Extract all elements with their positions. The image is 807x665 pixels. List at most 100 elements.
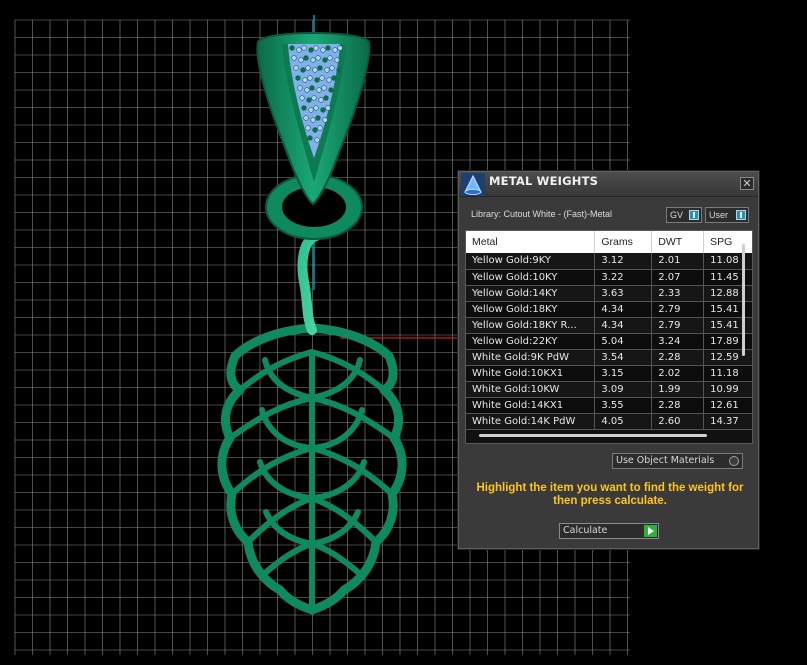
- cell-spg: 12.61: [703, 397, 752, 414]
- cell-spg: 17.89: [703, 333, 752, 350]
- cell-metal: White Gold:10KX1: [466, 365, 596, 382]
- calculate-button[interactable]: Calculate: [559, 523, 659, 539]
- dialog-titlebar[interactable]: METAL WEIGHTS ✕: [459, 172, 758, 197]
- gem-stone: [299, 95, 305, 101]
- gem-stone: [305, 125, 311, 131]
- cell-spg: 11.45: [703, 269, 752, 286]
- table-row[interactable]: Yellow Gold:9KY 3.12 2.01 11.08: [466, 253, 752, 270]
- cell-grams: 5.04: [594, 333, 653, 350]
- gem-stone: [317, 65, 323, 71]
- cell-grams: 4.05: [594, 413, 653, 430]
- table-row[interactable]: Yellow Gold:18KY 4.34 2.79 15.41: [466, 301, 752, 318]
- table-row[interactable]: White Gold:10KW 3.09 1.99 10.99: [466, 381, 752, 398]
- gem-stone: [297, 85, 303, 91]
- gem-stone: [315, 55, 321, 61]
- gem-stone: [320, 47, 326, 53]
- cell-metal: Yellow Gold:10KY: [466, 269, 596, 286]
- table-row[interactable]: Yellow Gold:14KY 3.63 2.33 12.88: [466, 285, 752, 302]
- gem-stone: [324, 67, 330, 73]
- hop-cone-model[interactable]: [217, 212, 407, 615]
- pendant-bail-model[interactable]: [256, 32, 371, 206]
- cell-metal: Yellow Gold:18KY: [466, 301, 596, 318]
- table-row[interactable]: White Gold:14K PdW 4.05 2.60 14.37: [466, 413, 752, 430]
- gem-stone: [293, 65, 299, 71]
- user-toggle-label: User: [709, 210, 729, 220]
- cell-grams: 3.55: [594, 397, 653, 414]
- gem-stone: [331, 75, 337, 81]
- cell-dwt: 1.99: [651, 381, 705, 398]
- gem-stone: [289, 45, 295, 51]
- cell-metal: Yellow Gold:14KY: [466, 285, 596, 302]
- cell-spg: 15.41: [703, 317, 752, 334]
- user-toggle[interactable]: User: [705, 207, 749, 223]
- table-row[interactable]: White Gold:9K PdW 3.54 2.28 12.59: [466, 349, 752, 366]
- gem-stone: [336, 67, 342, 73]
- table-row[interactable]: Yellow Gold:18KY R... 4.34 2.79 15.41: [466, 317, 752, 334]
- column-header-spg[interactable]: SPG: [703, 231, 752, 253]
- gem-stone: [323, 95, 329, 101]
- cell-grams: 3.63: [594, 285, 653, 302]
- gem-stone: [328, 87, 334, 93]
- gem-stone: [317, 125, 323, 131]
- gem-stone: [313, 45, 319, 51]
- cell-dwt: 2.60: [651, 413, 705, 430]
- table-row[interactable]: White Gold:14KX1 3.55 2.28 12.61: [466, 397, 752, 414]
- gem-stone: [303, 55, 309, 61]
- gem-stone: [322, 117, 328, 123]
- gem-stone: [326, 77, 332, 83]
- toggle-icon: [736, 210, 746, 220]
- table-header-row: Metal Grams DWT SPG: [466, 231, 752, 253]
- use-object-materials-option[interactable]: Use Object Materials: [612, 453, 743, 469]
- gv-toggle[interactable]: GV: [666, 207, 702, 223]
- gem-stone: [325, 45, 331, 51]
- gem-stone: [314, 137, 320, 143]
- radio-icon: [729, 456, 739, 466]
- gem-stone: [307, 135, 313, 141]
- gem-stone: [314, 77, 320, 83]
- cell-spg: 10.99: [703, 381, 752, 398]
- gem-stone: [327, 55, 333, 61]
- cell-dwt: 2.79: [651, 301, 705, 318]
- table-row[interactable]: Yellow Gold:22KY 5.04 3.24 17.89: [466, 333, 752, 350]
- cell-metal: White Gold:9K PdW: [466, 349, 596, 366]
- close-button[interactable]: ✕: [740, 177, 754, 190]
- play-icon: [644, 525, 657, 537]
- cell-grams: 3.22: [594, 269, 653, 286]
- vertical-scrollbar[interactable]: [742, 244, 745, 356]
- cell-dwt: 3.24: [651, 333, 705, 350]
- cell-dwt: 2.02: [651, 365, 705, 382]
- gem-stone: [303, 115, 309, 121]
- gem-stone: [312, 67, 318, 73]
- gem-stone: [308, 47, 314, 53]
- gem-stone: [312, 127, 318, 133]
- column-header-dwt[interactable]: DWT: [651, 231, 705, 253]
- cell-spg: 12.59: [703, 349, 752, 366]
- cell-spg: 14.37: [703, 413, 752, 430]
- table-row[interactable]: Yellow Gold:10KY 3.22 2.07 11.45: [466, 269, 752, 286]
- column-header-grams[interactable]: Grams: [594, 231, 653, 253]
- calculate-label: Calculate: [563, 525, 608, 536]
- column-header-metal[interactable]: Metal: [466, 231, 596, 253]
- table-row[interactable]: White Gold:10KX1 3.15 2.02 11.18: [466, 365, 752, 382]
- gem-stone: [310, 117, 316, 123]
- gem-stone: [308, 107, 314, 113]
- gem-stone: [313, 105, 319, 111]
- gem-stone: [298, 57, 304, 63]
- gem-stone: [311, 95, 317, 101]
- cell-spg: 11.18: [703, 365, 752, 382]
- gem-stone: [329, 65, 335, 71]
- gem-stone: [325, 105, 331, 111]
- cell-metal: Yellow Gold:22KY: [466, 333, 596, 350]
- gem-stone: [301, 45, 307, 51]
- cell-grams: 3.54: [594, 349, 653, 366]
- dialog-title: METAL WEIGHTS: [489, 174, 599, 188]
- metal-weights-table[interactable]: Metal Grams DWT SPG Yellow Gold:9KY 3.12 2…: [465, 230, 753, 444]
- gem-stone: [306, 97, 312, 103]
- library-label: Library: Cutout White - (Fast)-Metal: [471, 209, 613, 219]
- gem-stone: [302, 77, 308, 83]
- gem-stone: [307, 75, 313, 81]
- metal-weights-dialog: METAL WEIGHTS ✕ Library: Cutout White - …: [458, 171, 759, 549]
- horizontal-scrollbar[interactable]: [479, 434, 707, 437]
- cell-grams: 3.15: [594, 365, 653, 382]
- matrix-cone-icon: [461, 173, 485, 196]
